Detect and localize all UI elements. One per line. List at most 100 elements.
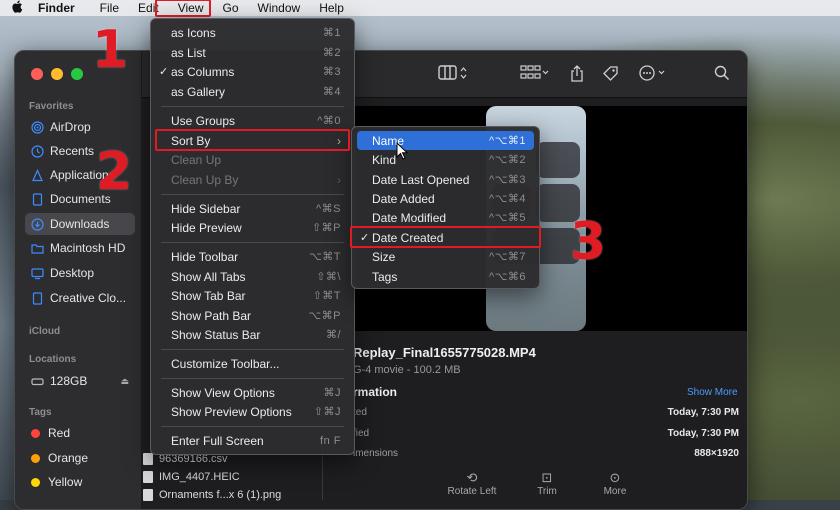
menu-item-label: Enter Full Screen bbox=[171, 433, 264, 448]
sidebar-item-macintosh-hd[interactable]: Macintosh HD bbox=[25, 237, 135, 259]
sidebar-item-label: 128GB bbox=[50, 374, 88, 388]
sidebar-section-icloud: iCloud bbox=[29, 326, 61, 337]
menu-item-customize-toolbar[interactable]: Customize Toolbar... bbox=[156, 354, 349, 373]
action-label: Trim bbox=[537, 486, 557, 497]
folder-icon bbox=[31, 242, 44, 255]
step-number-2: 2 bbox=[96, 142, 133, 202]
menu-item-as-gallery[interactable]: as Gallery ⌘4 bbox=[156, 82, 349, 101]
menu-finder[interactable]: Finder bbox=[38, 1, 75, 15]
menu-file[interactable]: File bbox=[100, 1, 119, 15]
eject-icon[interactable]: ⏏ bbox=[120, 376, 129, 387]
show-more-link[interactable]: Show More bbox=[687, 387, 738, 398]
menu-help[interactable]: Help bbox=[319, 1, 344, 15]
file-icon bbox=[143, 471, 153, 483]
menu-item-sort-date-added[interactable]: Date Added ^⌥⌘4 bbox=[357, 189, 534, 208]
view-columns-icon[interactable] bbox=[438, 65, 468, 81]
menu-item-sort-kind[interactable]: Kind ^⌥⌘2 bbox=[357, 150, 534, 169]
file-item[interactable]: Ornaments f...x 6 (1).png bbox=[143, 486, 281, 504]
menu-item-label: Use Groups bbox=[171, 113, 236, 128]
info-value: Today, 7:30 PM bbox=[667, 428, 739, 439]
menu-item-show-view-options[interactable]: Show View Options ⌘J bbox=[156, 383, 349, 402]
menu-separator bbox=[161, 242, 344, 243]
menu-item-shortcut: ⇧⌘P bbox=[311, 222, 341, 234]
menu-item-hide-toolbar[interactable]: Hide Toolbar ⌥⌘T bbox=[156, 247, 349, 266]
airdrop-icon bbox=[31, 120, 44, 134]
menu-item-shortcut: ⌘/ bbox=[325, 329, 341, 341]
search-icon[interactable] bbox=[714, 65, 730, 81]
sidebar-item-creative-cloud[interactable]: Creative Clo... bbox=[25, 287, 135, 309]
menu-item-shortcut: ^⌘S bbox=[316, 203, 341, 215]
sidebar-item-label: Red bbox=[48, 426, 71, 440]
menu-item-label: Show All Tabs bbox=[171, 269, 246, 284]
menu-item-show-all-tabs[interactable]: Show All Tabs ⇧⌘\ bbox=[156, 267, 349, 286]
sidebar-item-128gb[interactable]: 128GB ⏏ bbox=[25, 370, 135, 392]
menu-item-as-columns[interactable]: ✓ as Columns ⌘3 bbox=[156, 62, 349, 81]
step-number-3: 3 bbox=[570, 212, 607, 272]
sidebar-tag-red[interactable]: Red bbox=[25, 422, 135, 444]
sidebar-item-downloads[interactable]: Downloads bbox=[25, 213, 135, 235]
sort-by-submenu: Name ^⌥⌘1 Kind ^⌥⌘2 Date Last Opened ^⌥⌘3 D… bbox=[351, 126, 540, 289]
menu-item-sort-tags[interactable]: Tags ^⌥⌘6 bbox=[357, 267, 534, 286]
menu-item-show-preview-options[interactable]: Show Preview Options ⇧⌘J bbox=[156, 402, 349, 421]
menu-item-enter-full-screen[interactable]: Enter Full Screen fn F bbox=[156, 431, 349, 450]
info-value: 888×1920 bbox=[694, 448, 739, 459]
menu-item-sort-date-last-opened[interactable]: Date Last Opened ^⌥⌘3 bbox=[357, 170, 534, 189]
info-label: fied bbox=[353, 428, 370, 439]
menu-item-sort-size[interactable]: Size ^⌥⌘7 bbox=[357, 247, 534, 266]
menu-item-hide-preview[interactable]: Hide Preview ⇧⌘P bbox=[156, 218, 349, 237]
sidebar: Favorites AirDrop Recents Applications D… bbox=[15, 51, 142, 509]
menu-item-as-list[interactable]: as List ⌘2 bbox=[156, 43, 349, 62]
info-label: imensions bbox=[353, 448, 399, 459]
menu-item-shortcut: ⌘J bbox=[323, 387, 341, 399]
menu-item-show-status-bar[interactable]: Show Status Bar ⌘/ bbox=[156, 325, 349, 344]
menu-item-sort-name[interactable]: Name ^⌥⌘1 bbox=[357, 131, 534, 150]
menu-go[interactable]: Go bbox=[223, 1, 239, 15]
minimize-button[interactable] bbox=[51, 68, 63, 80]
info-row-created: ted Today, 7:30 PM bbox=[353, 407, 739, 418]
file-name: IMG_4407.HEIC bbox=[159, 471, 240, 483]
menu-separator bbox=[161, 426, 344, 427]
menu-item-use-groups[interactable]: Use Groups ^⌘0 bbox=[156, 111, 349, 130]
group-icon[interactable] bbox=[520, 65, 550, 81]
trim-button[interactable]: ⊡ Trim bbox=[522, 470, 572, 497]
menu-item-shortcut: ⌥⌘P bbox=[308, 310, 341, 322]
menu-item-shortcut: ^⌥⌘4 bbox=[489, 193, 526, 205]
menu-item-label: Date Modified bbox=[372, 210, 447, 225]
file-name: Ornaments f...x 6 (1).png bbox=[159, 489, 282, 501]
sidebar-tag-yellow[interactable]: Yellow bbox=[25, 471, 135, 493]
more-button[interactable]: ⊙ More bbox=[590, 470, 640, 497]
menu-window[interactable]: Window bbox=[258, 1, 301, 15]
apple-logo-icon[interactable] bbox=[12, 0, 26, 16]
menu-item-as-icons[interactable]: as Icons ⌘1 bbox=[156, 23, 349, 42]
share-icon[interactable] bbox=[570, 65, 584, 82]
file-item[interactable]: IMG_4407.HEIC bbox=[143, 468, 281, 486]
menu-item-shortcut: ^⌘0 bbox=[317, 115, 341, 127]
menu-item-label: Tags bbox=[372, 269, 398, 284]
menu-item-show-path-bar[interactable]: Show Path Bar ⌥⌘P bbox=[156, 306, 349, 325]
menu-item-shortcut: ⌥⌘T bbox=[309, 251, 341, 263]
info-row-dimensions: imensions 888×1920 bbox=[353, 448, 739, 459]
close-button[interactable] bbox=[31, 68, 43, 80]
menu-item-shortcut: ⌘1 bbox=[322, 27, 341, 39]
menu-item-show-tab-bar[interactable]: Show Tab Bar ⇧⌘T bbox=[156, 286, 349, 305]
menu-separator bbox=[161, 378, 344, 379]
menu-item-shortcut: ⌘3 bbox=[322, 66, 341, 78]
rotate-left-icon: ⟲ bbox=[466, 470, 478, 485]
menu-item-sort-date-modified[interactable]: Date Modified ^⌥⌘5 bbox=[357, 208, 534, 227]
desktop-icon bbox=[31, 267, 44, 280]
tag-icon[interactable] bbox=[602, 65, 619, 82]
menu-item-hide-sidebar[interactable]: Hide Sidebar ^⌘S bbox=[156, 199, 349, 218]
rotate-left-button[interactable]: ⟲ Rotate Left bbox=[442, 470, 502, 497]
menu-item-clean-up: Clean Up bbox=[156, 150, 349, 169]
menu-item-label: Show View Options bbox=[171, 385, 275, 400]
info-label: ted bbox=[353, 407, 367, 418]
sidebar-tag-orange[interactable]: Orange bbox=[25, 447, 135, 469]
zoom-button[interactable] bbox=[71, 68, 83, 80]
drive-icon bbox=[31, 375, 44, 388]
sidebar-item-airdrop[interactable]: AirDrop bbox=[25, 116, 135, 138]
sidebar-item-desktop[interactable]: Desktop bbox=[25, 262, 135, 284]
tag-color-dot bbox=[31, 477, 40, 487]
date-created-highlight-box bbox=[350, 226, 541, 248]
more-actions-icon[interactable] bbox=[639, 65, 669, 81]
menu-item-label: Show Tab Bar bbox=[171, 288, 246, 303]
